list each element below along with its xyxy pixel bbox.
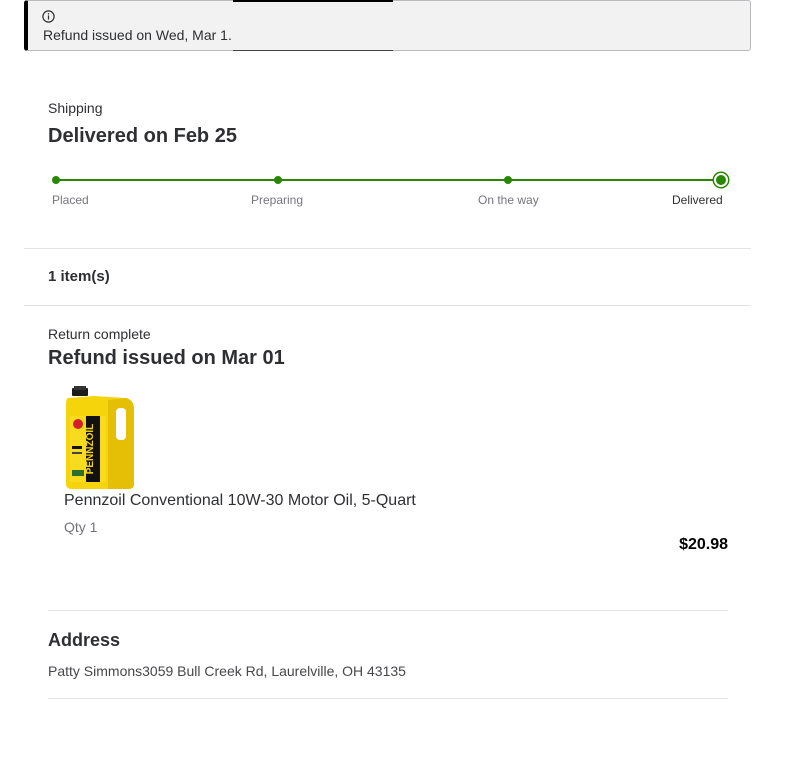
shipment-progress-tracker: Placed Preparing On the way Delivered bbox=[52, 170, 728, 210]
alert-bottom-edge bbox=[233, 50, 393, 51]
delivery-status-title: Delivered on Feb 25 bbox=[48, 125, 237, 147]
progress-line bbox=[56, 179, 720, 181]
section-divider bbox=[48, 610, 728, 611]
refund-title: Refund issued on Mar 01 bbox=[48, 347, 285, 369]
step-label-placed: Placed bbox=[52, 193, 89, 207]
info-icon bbox=[42, 10, 55, 23]
section-divider bbox=[24, 248, 751, 249]
section-divider bbox=[48, 698, 728, 699]
product-name[interactable]: Pennzoil Conventional 10W-30 Motor Oil, … bbox=[64, 492, 416, 510]
shipping-label: Shipping bbox=[48, 100, 103, 116]
item-count: 1 item(s) bbox=[48, 268, 110, 285]
alert-message: Refund issued on Wed, Mar 1. bbox=[43, 27, 232, 43]
refund-alert-banner: Refund issued on Wed, Mar 1. bbox=[24, 0, 751, 51]
step-dot-delivered bbox=[714, 173, 728, 187]
address-title: Address bbox=[48, 630, 121, 650]
product-price: $20.98 bbox=[679, 536, 728, 553]
step-dot-on-the-way bbox=[504, 176, 512, 184]
step-dot-placed bbox=[52, 176, 60, 184]
step-label-delivered: Delivered bbox=[672, 193, 723, 207]
section-divider bbox=[24, 305, 751, 306]
address-text: Patty Simmons3059 Bull Creek Rd, Laurelv… bbox=[48, 663, 406, 679]
bottle-brand-text: PENNZOIL bbox=[85, 424, 96, 475]
alert-top-edge bbox=[233, 0, 393, 2]
step-label-preparing: Preparing bbox=[251, 193, 304, 207]
return-status: Return complete bbox=[48, 326, 151, 342]
motor-oil-bottle-image[interactable]: PENNZOIL bbox=[64, 386, 136, 490]
product-quantity: Qty 1 bbox=[64, 519, 98, 535]
step-dot-preparing bbox=[274, 176, 282, 184]
step-label-on-the-way: On the way bbox=[478, 193, 539, 207]
